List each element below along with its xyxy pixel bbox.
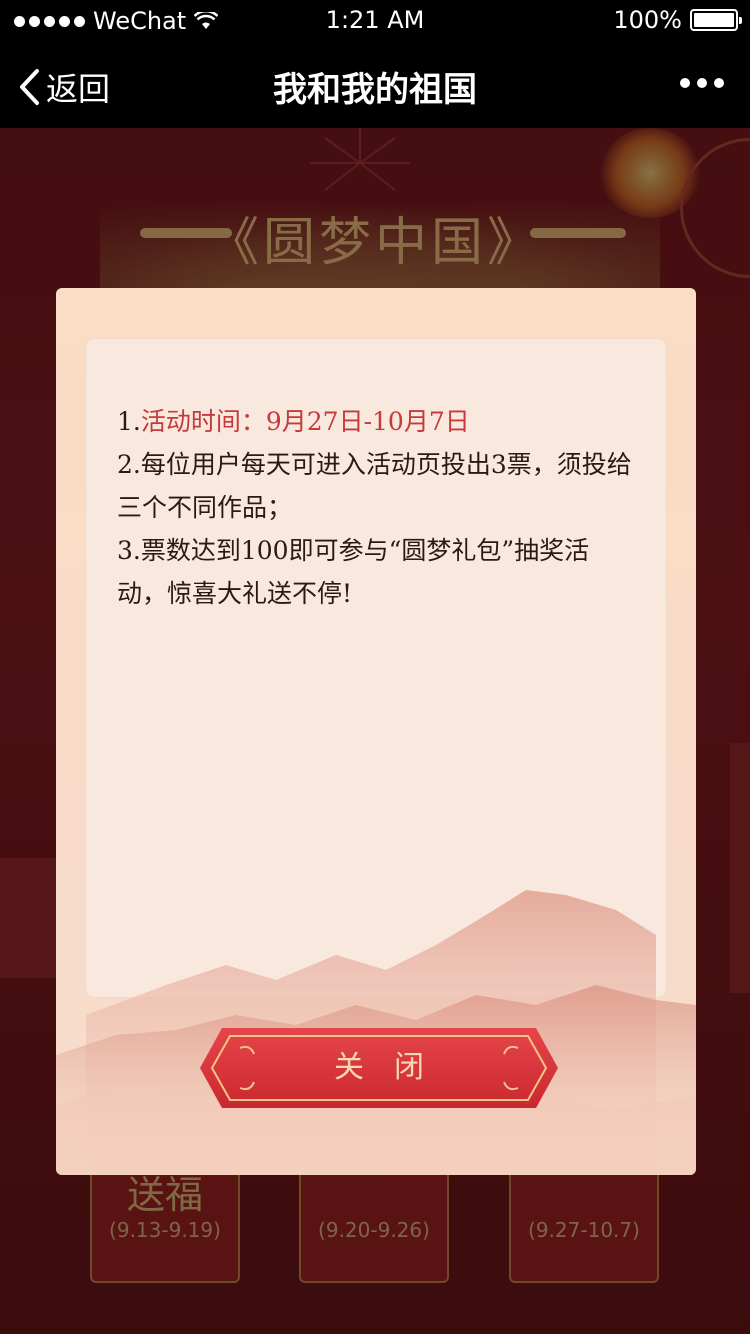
close-button-label: 关闭 [334,1050,454,1085]
more-dot [680,78,690,88]
rules-modal: 1.活动时间：9月27日-10月7日 2.每位用户每天可进入活动页投出3票，须投… [56,288,696,1175]
status-bar: WeChat 1:21 AM 100% [0,0,750,40]
close-button[interactable]: 关闭 [200,1028,558,1108]
more-button[interactable] [680,78,724,88]
mountain-decoration [56,855,696,1175]
battery-percent: 100% [613,6,682,34]
rules-content: 1.活动时间：9月27日-10月7日 2.每位用户每天可进入活动页投出3票，须投… [117,400,637,615]
battery-group: 100% [613,6,742,34]
rule-1: 1.活动时间：9月27日-10月7日 [117,400,637,443]
rule-1-text: 活动时间：9月27日-10月7日 [140,407,470,436]
battery-icon [690,9,742,31]
nav-bar: 返回 我和我的祖国 [0,40,750,128]
rule-2: 2.每位用户每天可进入活动页投出3票，须投给三个不同作品； [117,450,632,522]
more-dot [697,78,707,88]
more-dot [714,78,724,88]
rule-3: 3.票数达到100即可参与“圆梦礼包”抽奖活动，惊喜大礼送不停! [117,536,590,608]
page-title: 我和我的祖国 [273,70,477,110]
rule-1-index: 1. [117,407,141,436]
